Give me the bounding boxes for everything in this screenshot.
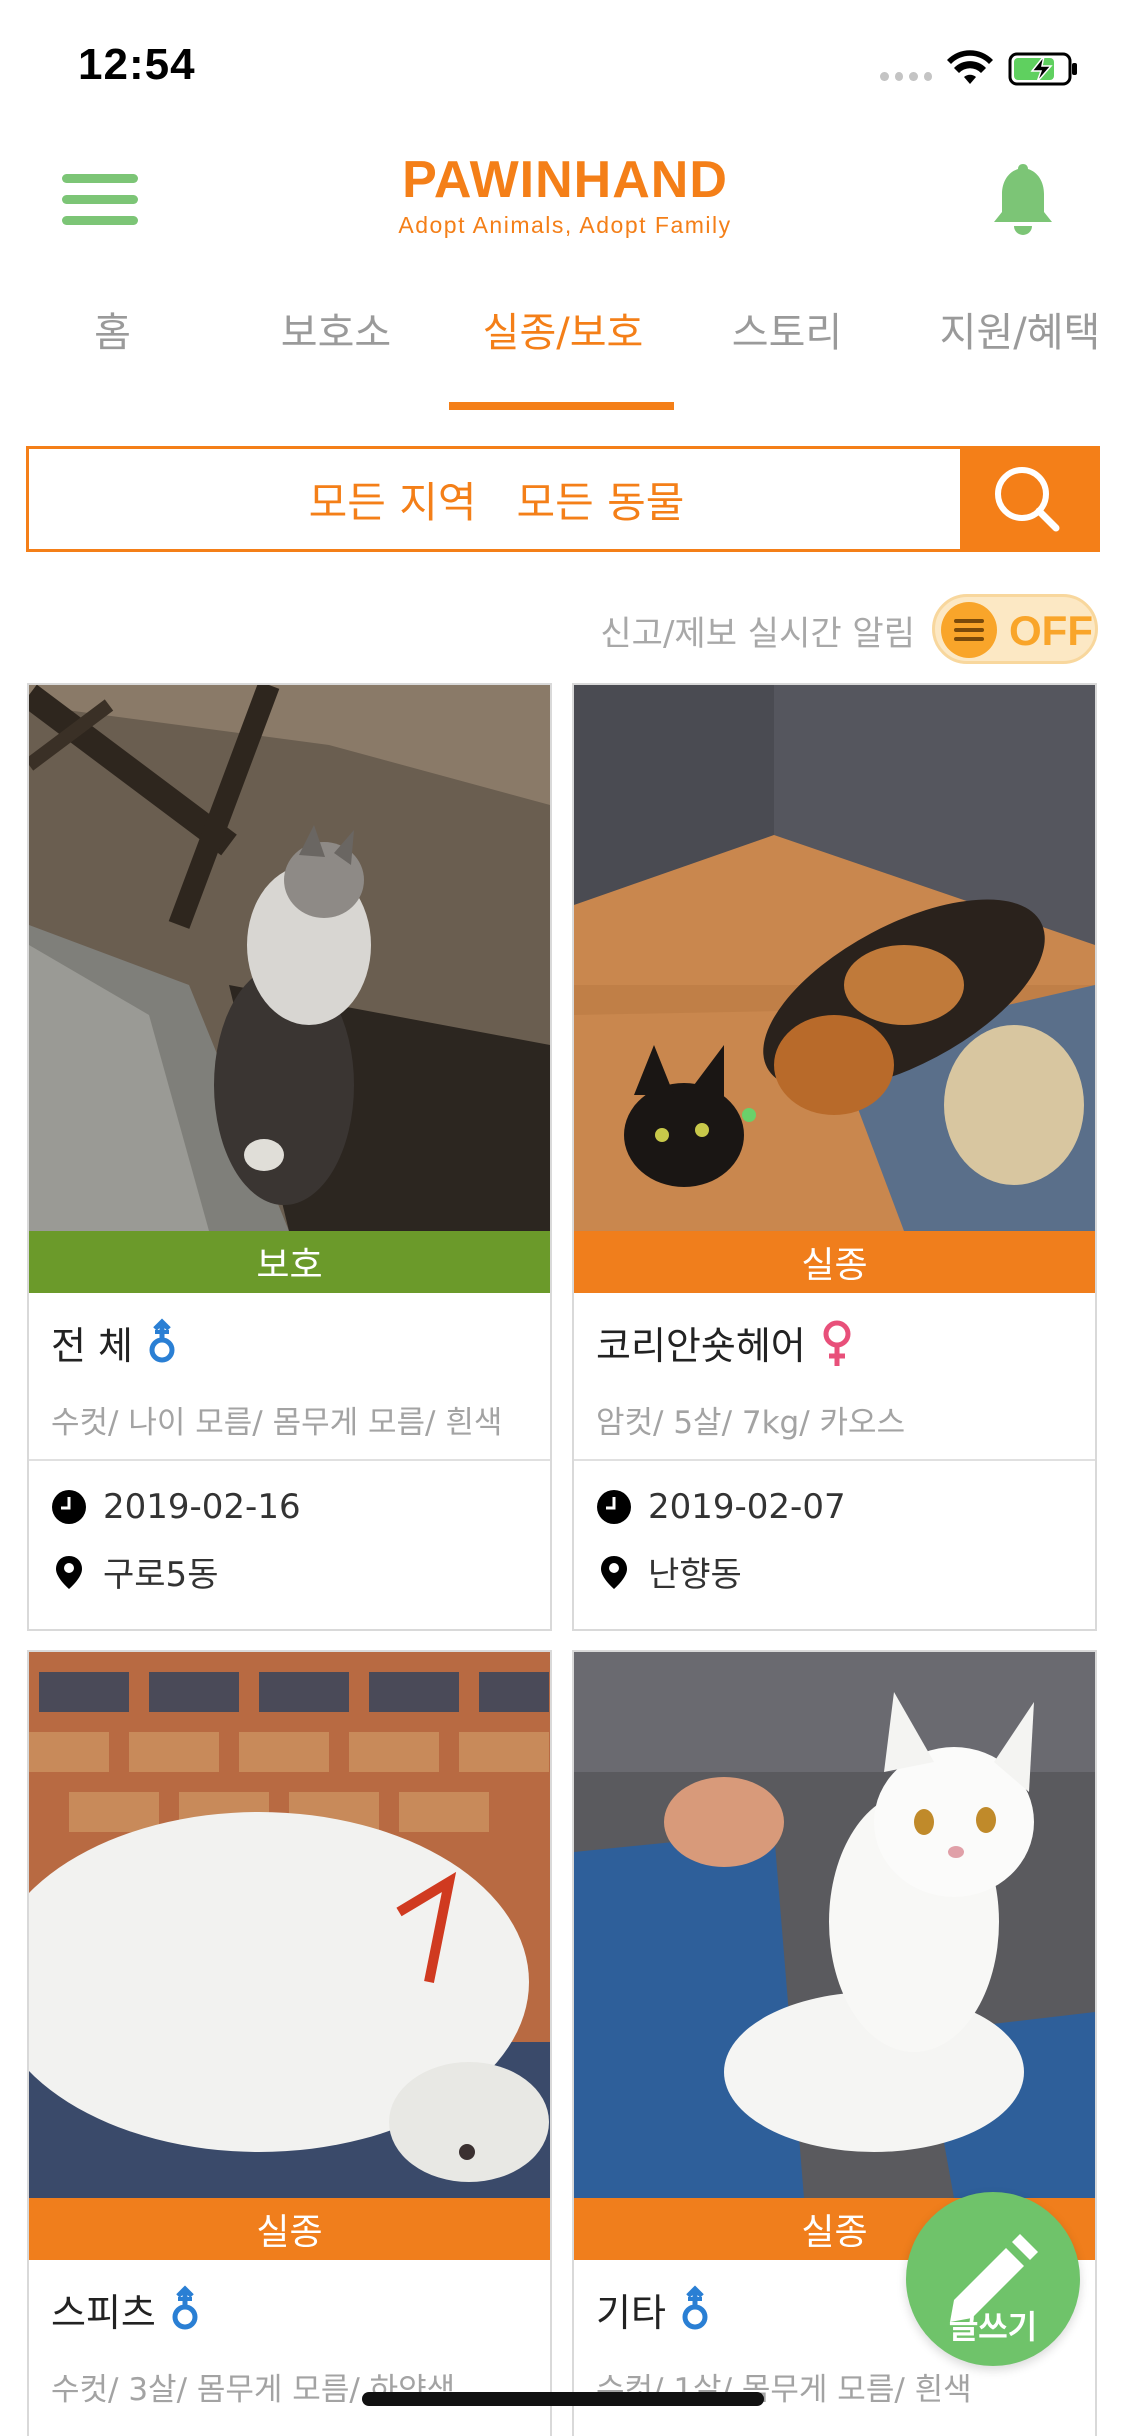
breed-label: 코리안숏헤어 <box>596 1324 806 1368</box>
active-tab-indicator <box>449 402 674 410</box>
status-badge: 보호 <box>29 1231 550 1293</box>
animal-filter[interactable]: 모든 동물 <box>517 469 685 530</box>
alert-toggle[interactable]: OFF <box>932 594 1098 664</box>
wifi-icon <box>947 50 993 84</box>
status-time: 12:54 <box>78 40 196 89</box>
animal-description: 수컷/ 나이 모름/ 몸무게 모름/ 흰색 <box>51 1405 503 1441</box>
tab-story[interactable]: 스토리 <box>722 300 852 358</box>
logo-subtitle: Adopt Animals, Adopt Family <box>398 212 732 238</box>
report-date: 2019-02-16 <box>103 1487 301 1527</box>
card-date-row: 2019-02-07 <box>596 1487 846 1527</box>
animal-title: 전 체 <box>51 1315 183 1370</box>
search-filter[interactable]: 모든 지역 모든 동물 <box>29 449 964 549</box>
breed-label: 기타 <box>596 2291 666 2335</box>
animal-card[interactable]: 보호 전 체 수컷/ 나이 모름/ 몸무게 모름/ 흰색 2019-02-16 … <box>27 683 552 1631</box>
tab-support[interactable]: 지원/혜택 <box>920 300 1120 358</box>
search-bar: 모든 지역 모든 동물 <box>26 446 1100 552</box>
realtime-alert-row: 신고/제보 실시간 알림 OFF <box>0 592 1125 672</box>
card-date-row: 2019-02-16 <box>51 1487 301 1527</box>
status-badge: 실종 <box>29 2198 550 2260</box>
tab-lost-protect[interactable]: 실종/보호 <box>470 300 656 358</box>
status-bar: 12:54 <box>0 0 1125 132</box>
tab-home[interactable]: 홈 <box>90 300 135 358</box>
animal-photo <box>29 1652 550 2198</box>
write-post-label: 글쓰기 <box>948 2308 1038 2346</box>
breed-label: 스피츠 <box>51 2291 156 2335</box>
toggle-state: OFF <box>1009 607 1093 654</box>
toggle-knob <box>941 602 997 658</box>
card-divider <box>29 1459 550 1461</box>
tab-shelter[interactable]: 보호소 <box>268 300 404 358</box>
animal-card[interactable]: 실종 스피츠 수컷/ 3살/ 몸무게 모름/ 하얀색 <box>27 1650 552 2436</box>
card-location-row: 난향동 <box>596 1547 742 1596</box>
animal-photo <box>29 685 550 1231</box>
location-pin-icon <box>601 1555 627 1589</box>
search-button[interactable] <box>960 449 1097 549</box>
report-date: 2019-02-07 <box>648 1487 846 1527</box>
female-icon <box>823 1320 851 1366</box>
clock-icon <box>52 1490 86 1524</box>
male-icon <box>149 1317 175 1362</box>
breed-label: 전 체 <box>51 1324 133 1368</box>
write-post-button[interactable]: 글쓰기 <box>906 2192 1080 2366</box>
logo-title: PAWINHAND <box>402 151 728 209</box>
clock-icon <box>597 1490 631 1524</box>
category-tabs: 홈 보호소 실종/보호 스토리 지원/혜택 <box>0 290 1125 410</box>
male-icon <box>172 2284 198 2329</box>
app-header: PAWINHAND Adopt Animals, Adopt Family <box>0 140 1125 260</box>
card-divider <box>574 1459 1095 1461</box>
animal-title: 기타 <box>596 2282 716 2337</box>
animal-photo <box>574 685 1095 1231</box>
search-icon <box>995 467 1060 532</box>
status-badge: 실종 <box>574 1231 1095 1293</box>
notification-bell-icon[interactable] <box>990 160 1056 238</box>
animal-title: 코리안숏헤어 <box>596 1315 856 1370</box>
animal-description: 암컷/ 5살/ 7kg/ 카오스 <box>596 1405 906 1441</box>
battery-charging-icon <box>1008 52 1077 86</box>
report-location: 구로5동 <box>103 1555 219 1595</box>
cellular-signal-icon <box>880 72 932 86</box>
animal-photo <box>574 1652 1095 2198</box>
card-location-row: 구로5동 <box>51 1547 218 1596</box>
location-pin-icon <box>56 1555 82 1589</box>
home-indicator[interactable] <box>362 2392 764 2406</box>
report-location: 난향동 <box>648 1555 742 1595</box>
app-logo: PAWINHAND Adopt Animals, Adopt Family <box>380 152 750 239</box>
animal-title: 스피츠 <box>51 2282 206 2337</box>
animal-card[interactable]: 실종 코리안숏헤어 암컷/ 5살/ 7kg/ 카오스 2019-02-07 난향… <box>572 683 1097 1631</box>
male-icon <box>682 2284 708 2329</box>
alert-label: 신고/제보 실시간 알림 <box>600 614 915 654</box>
hamburger-menu-icon[interactable] <box>62 174 138 230</box>
region-filter[interactable]: 모든 지역 <box>309 469 477 530</box>
